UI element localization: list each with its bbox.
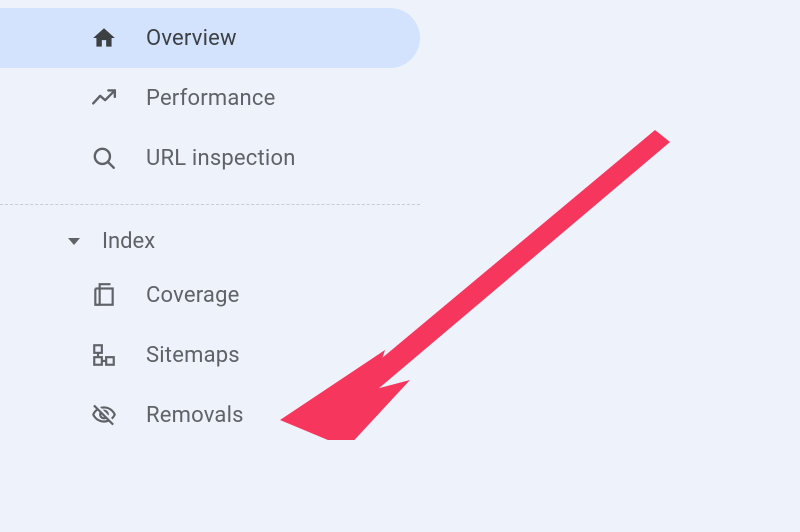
sidebar-item-url-inspection[interactable]: URL inspection	[0, 128, 420, 188]
divider	[0, 204, 420, 205]
sidebar-item-sitemaps[interactable]: Sitemaps	[0, 325, 420, 385]
sidebar-item-overview[interactable]: Overview	[0, 8, 420, 68]
visibility-off-icon	[90, 401, 118, 429]
sidebar-item-removals[interactable]: Removals	[0, 385, 420, 445]
search-icon	[90, 144, 118, 172]
sidebar-item-label: Sitemaps	[146, 343, 240, 368]
sidebar-item-label: Performance	[146, 86, 275, 111]
trending-icon	[90, 84, 118, 112]
section-label: Index	[102, 229, 155, 254]
sidebar-item-label: URL inspection	[146, 146, 296, 171]
sidebar-item-label: Coverage	[146, 283, 240, 308]
sidebar-item-label: Overview	[146, 26, 237, 51]
sidebar-item-coverage[interactable]: Coverage	[0, 265, 420, 325]
home-icon	[90, 24, 118, 52]
chevron-down-icon	[68, 238, 80, 245]
pages-icon	[90, 281, 118, 309]
section-header-index[interactable]: Index	[0, 217, 420, 265]
sitemap-icon	[90, 341, 118, 369]
sidebar: Overview Performance URL inspection Inde…	[0, 0, 420, 445]
sidebar-item-label: Removals	[146, 403, 244, 428]
sidebar-item-performance[interactable]: Performance	[0, 68, 420, 128]
